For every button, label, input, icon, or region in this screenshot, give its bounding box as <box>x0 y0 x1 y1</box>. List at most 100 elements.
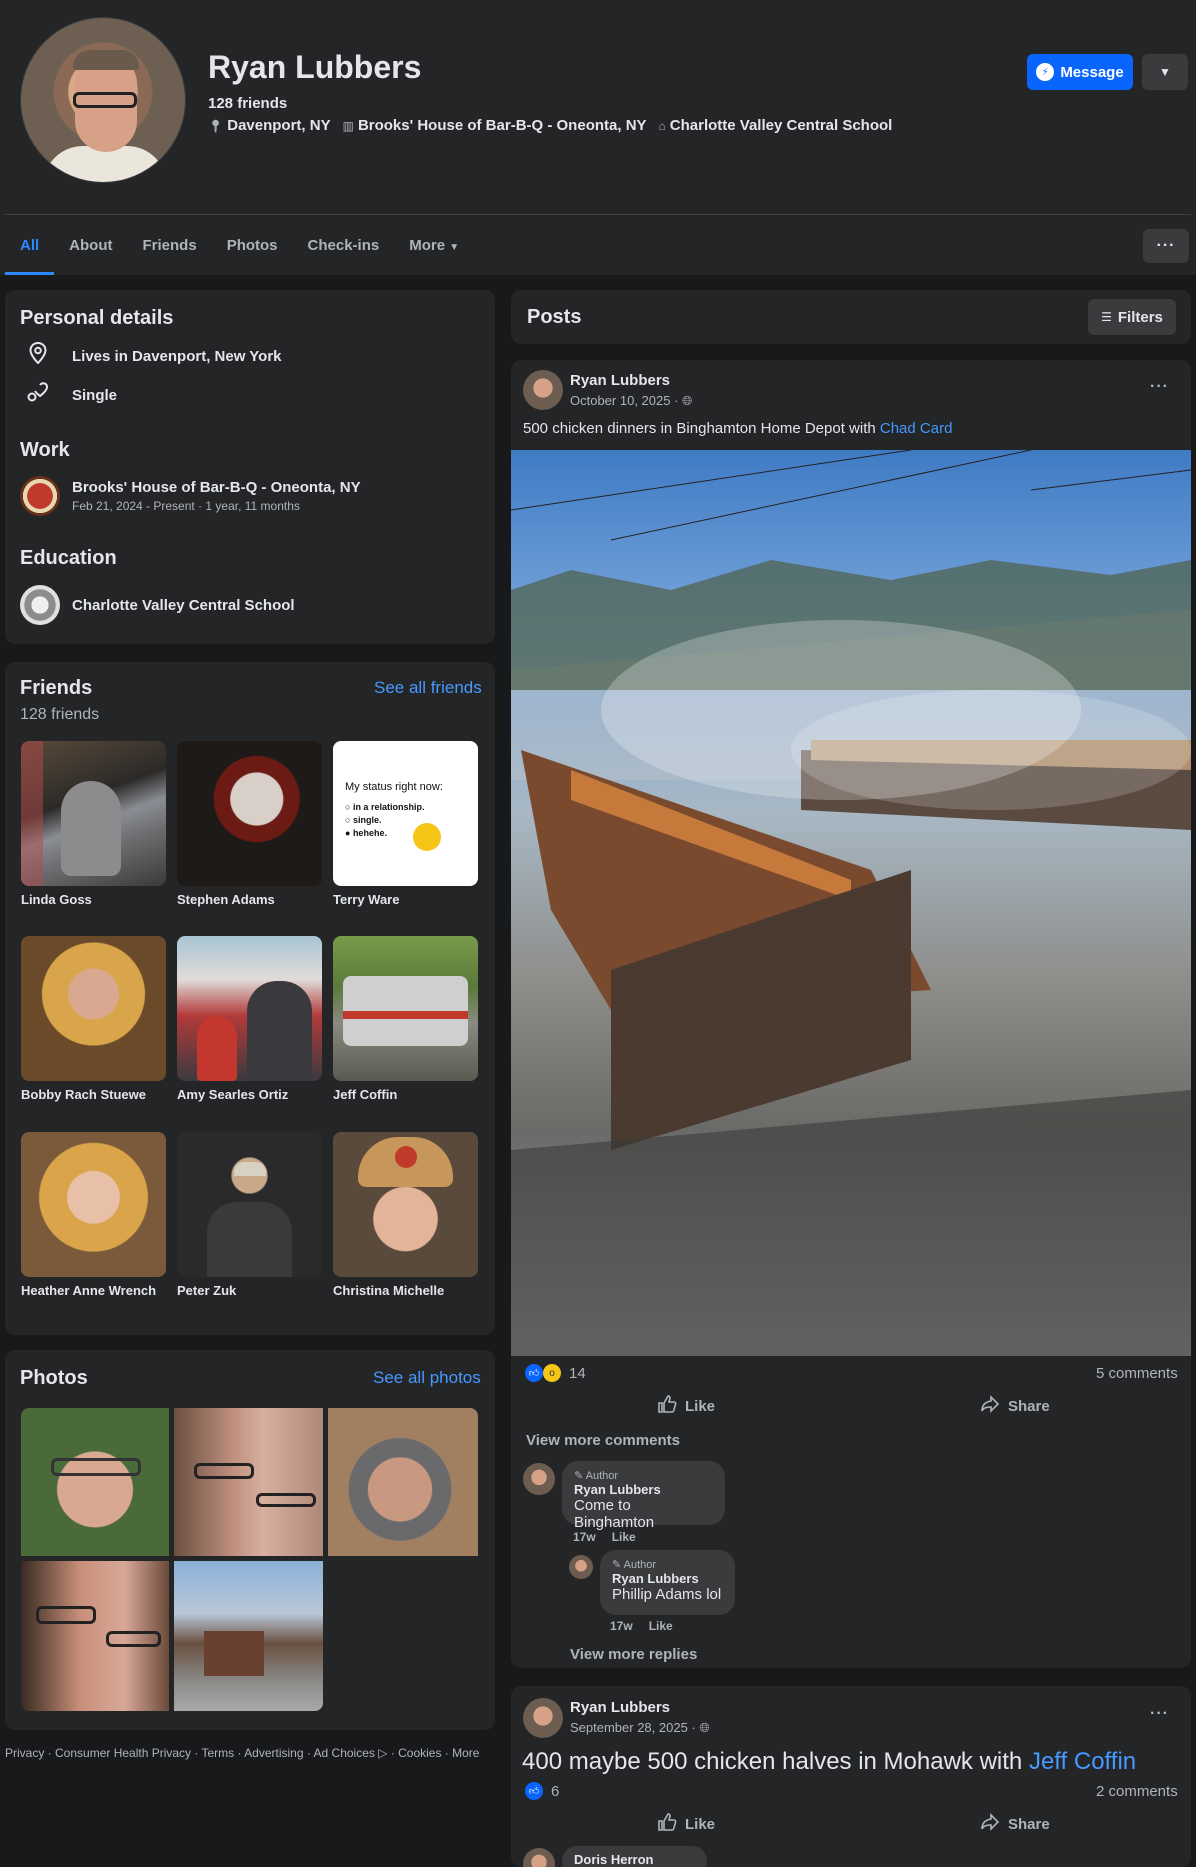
friend-name: Bobby Rach Stuewe <box>21 1087 146 1102</box>
profile-location: Davenport, NY <box>227 117 331 134</box>
friend-name: Jeff Coffin <box>333 1087 398 1102</box>
tagged-user-link[interactable]: Jeff Coffin <box>1029 1748 1136 1775</box>
like-button[interactable]: Like <box>657 1812 715 1836</box>
reply-like-button[interactable]: Like <box>649 1619 673 1633</box>
share-button[interactable]: Share <box>980 1812 1050 1836</box>
friend-photo <box>177 936 322 1081</box>
friend-tile[interactable]: Jeff Coffin <box>333 936 478 1102</box>
friend-name: Terry Ware <box>333 892 400 907</box>
thumbs-up-icon <box>657 1812 677 1836</box>
profile-meta: 📍︎ Davenport, NY ▥ Brooks' House of Bar-B-… <box>208 117 892 134</box>
photo-thumbnail[interactable] <box>174 1561 323 1711</box>
footer-links[interactable]: Privacy · Consumer Health Privacy · Term… <box>5 1745 495 1761</box>
work-dates: Feb 21, 2024 - Present · 1 year, 11 mont… <box>72 499 300 513</box>
message-button[interactable]: ⚡︎ Message <box>1027 54 1133 90</box>
comment-text: Come to Binghamton <box>574 1497 655 1531</box>
reply-author[interactable]: Ryan Lubbers <box>612 1571 723 1586</box>
friend-name: Peter Zuk <box>177 1283 237 1298</box>
reactions-summary[interactable]: 👍︎ o 14 <box>525 1364 586 1382</box>
work-title: Work <box>20 439 70 461</box>
friend-name: Heather Anne Wrench <box>21 1283 157 1298</box>
post-options-icon[interactable]: ··· <box>1150 1705 1169 1723</box>
reply-time[interactable]: 17w <box>610 1619 633 1633</box>
like-button[interactable]: Like <box>657 1394 715 1418</box>
friend-photo: My status right now: ○ in a relationship… <box>333 741 478 886</box>
friend-tile[interactable]: My status right now: ○ in a relationship… <box>333 741 478 907</box>
friend-tile[interactable]: Bobby Rach Stuewe <box>21 936 166 1102</box>
post-author-name[interactable]: Ryan Lubbers <box>570 1699 670 1716</box>
view-more-replies-link[interactable]: View more replies <box>570 1646 697 1663</box>
profile-options-button[interactable]: ▼ <box>1142 54 1188 90</box>
view-more-comments-link[interactable]: View more comments <box>526 1432 680 1449</box>
post-author-avatar[interactable] <box>523 370 563 410</box>
relationship-text: Single <box>72 386 118 404</box>
comments-count[interactable]: 5 comments <box>1096 1365 1178 1382</box>
lives-in-text: Lives in Davenport, New York <box>72 347 282 365</box>
filters-icon: ☰ <box>1101 310 1112 324</box>
profile-friends-count[interactable]: 128 friends <box>208 95 287 112</box>
tab-photos[interactable]: Photos <box>212 222 293 275</box>
more-options-button[interactable]: ··· <box>1143 229 1189 263</box>
friends-title: Friends <box>20 677 93 699</box>
photo-thumbnail[interactable] <box>21 1561 169 1711</box>
filters-button[interactable]: ☰ Filters <box>1088 299 1176 335</box>
tab-all[interactable]: All <box>5 222 55 275</box>
comment-author[interactable]: Doris Herron <box>574 1852 695 1867</box>
friend-name: Christina Michelle <box>333 1283 445 1298</box>
relationship-row: Single <box>20 382 118 407</box>
friend-name: Linda Goss <box>21 892 92 907</box>
tagged-user-link[interactable]: Chad Card <box>880 420 953 437</box>
thumbs-up-icon <box>657 1394 677 1418</box>
friends-count: 128 friends <box>20 706 100 723</box>
posts-title: Posts <box>527 306 582 328</box>
friend-tile[interactable]: Linda Goss <box>21 741 166 907</box>
post-author-name[interactable]: Ryan Lubbers <box>570 372 670 389</box>
message-label: Message <box>1060 63 1124 81</box>
photo-thumbnail[interactable] <box>21 1408 169 1556</box>
commenter-avatar[interactable] <box>569 1555 593 1579</box>
post-date[interactable]: October 10, 2025 · 🌐︎ <box>570 393 692 409</box>
tab-check-ins[interactable]: Check-ins <box>293 222 395 275</box>
globe-icon: 🌐︎ <box>682 393 693 408</box>
profile-avatar[interactable] <box>20 17 186 183</box>
status-meme-heading: My status right now: <box>345 781 443 793</box>
comment-like-button[interactable]: Like <box>612 1530 636 1544</box>
comment-time[interactable]: 17w <box>573 1530 596 1544</box>
friend-tile[interactable]: Stephen Adams <box>177 741 322 907</box>
ellipsis-icon: ··· <box>1156 237 1176 254</box>
post-text: 400 maybe 500 chicken halves in Mohawk w… <box>522 1748 1137 1775</box>
tab-about[interactable]: About <box>54 222 127 275</box>
photo-thumbnail[interactable] <box>328 1408 478 1556</box>
personal-details-title: Personal details <box>20 307 174 329</box>
tab-more[interactable]: More ▼ <box>394 222 474 275</box>
friend-tile[interactable]: Peter Zuk <box>177 1132 322 1298</box>
commenter-avatar[interactable] <box>523 1463 555 1495</box>
reactions-summary[interactable]: 👍︎ 6 <box>525 1782 559 1800</box>
caret-down-icon: ▼ <box>449 242 460 253</box>
friend-name: Amy Searles Ortiz <box>177 1087 289 1102</box>
friend-photo <box>21 936 166 1081</box>
friend-tile[interactable]: Christina Michelle <box>333 1132 478 1298</box>
friend-tile[interactable]: Heather Anne Wrench <box>21 1132 166 1298</box>
reactions-count: 14 <box>569 1364 586 1382</box>
see-all-photos-link[interactable]: See all photos <box>373 1368 481 1388</box>
profile-name: Ryan Lubbers <box>208 49 422 85</box>
education-row[interactable]: Charlotte Valley Central School <box>20 585 295 625</box>
pencil-icon: ✎ <box>574 1470 584 1482</box>
see-all-friends-link[interactable]: See all friends <box>374 678 482 698</box>
share-button[interactable]: Share <box>980 1394 1050 1418</box>
post-image[interactable] <box>511 450 1191 1356</box>
author-tag: ✎ Author <box>574 1470 619 1482</box>
messenger-icon: ⚡︎ <box>1036 63 1055 81</box>
friend-tile[interactable]: Amy Searles Ortiz <box>177 936 322 1102</box>
work-row[interactable]: Brooks' House of Bar-B-Q - Oneonta, NY F… <box>20 476 361 516</box>
comment-author[interactable]: Ryan Lubbers <box>574 1482 713 1497</box>
tab-friends[interactable]: Friends <box>128 222 212 275</box>
school-name: Charlotte Valley Central School <box>72 596 295 614</box>
post-author-avatar[interactable] <box>523 1698 563 1738</box>
post-options-icon[interactable]: ··· <box>1150 378 1169 396</box>
reply-text: Phillip Adams lol <box>612 1586 722 1603</box>
photo-thumbnail[interactable] <box>174 1408 323 1556</box>
comments-count[interactable]: 2 comments <box>1096 1783 1178 1800</box>
post-date[interactable]: September 28, 2025 · 🌐︎ <box>570 1720 710 1736</box>
